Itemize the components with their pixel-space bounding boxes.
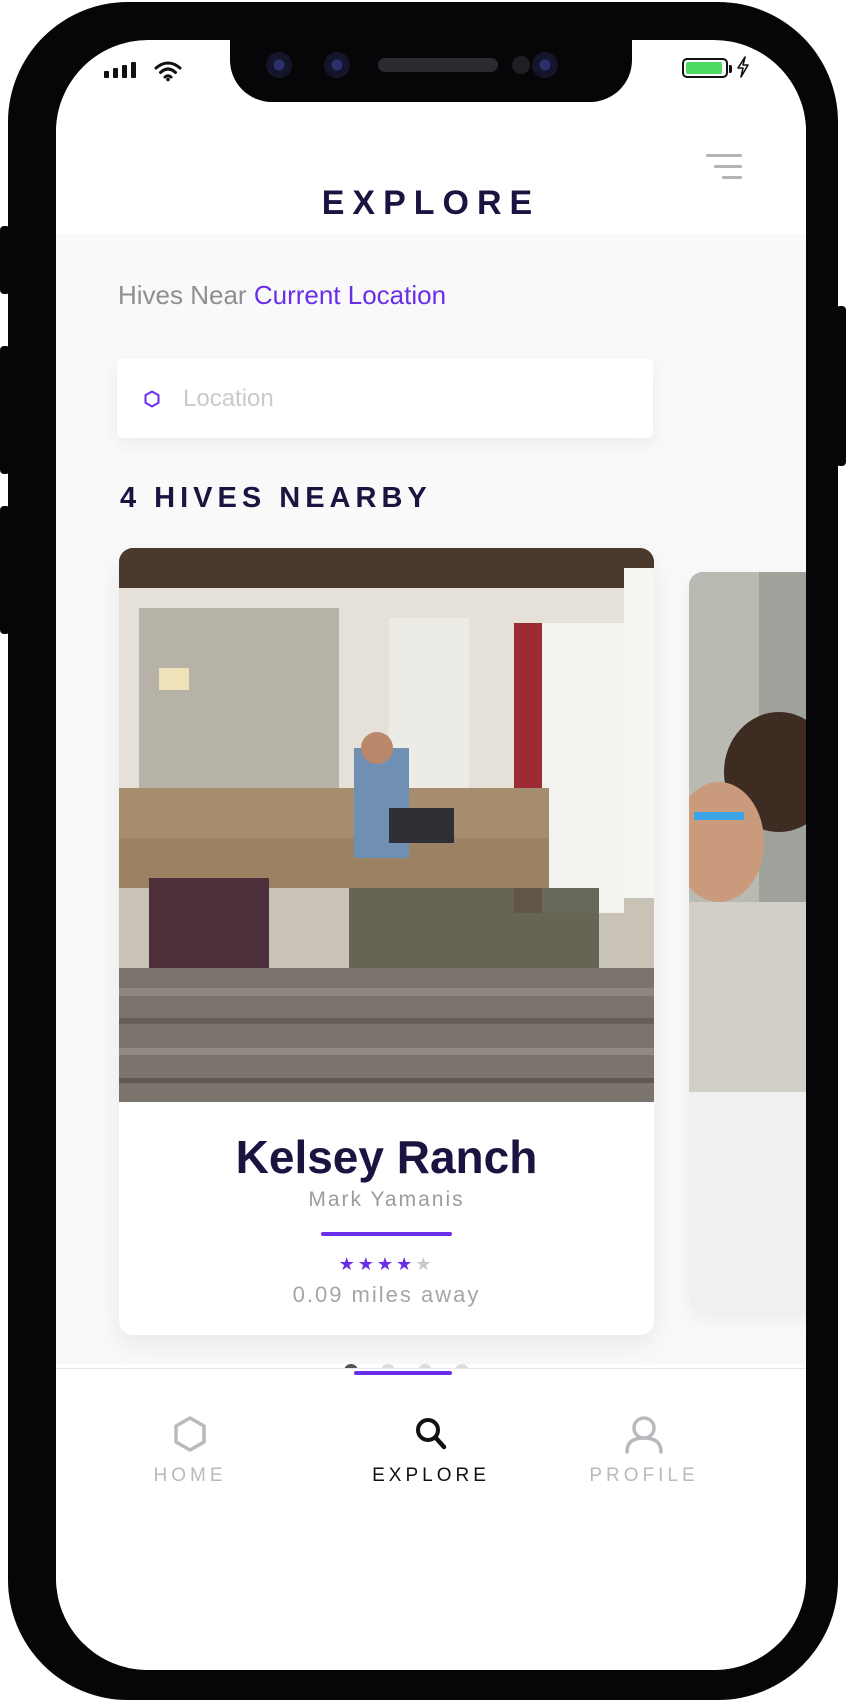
tab-bar: HOME EXPLORE PROFILE — [56, 1368, 806, 1670]
filter-menu-icon[interactable] — [706, 154, 742, 187]
hive-photo — [689, 572, 806, 1092]
camera-icon — [324, 52, 350, 78]
tab-explore-label: EXPLORE — [372, 1465, 490, 1486]
star-empty-icon: ★ — [415, 1254, 435, 1274]
phone-frame: EXPLORE Hives Near Current Location 4 HI… — [8, 2, 838, 1700]
tab-profile[interactable]: PROFILE — [564, 1411, 724, 1487]
camera-icon — [532, 52, 558, 78]
tab-explore[interactable]: EXPLORE — [351, 1411, 511, 1487]
main-content: Hives Near Current Location 4 HIVES NEAR… — [56, 234, 806, 1378]
star-filled-icon: ★ — [376, 1254, 397, 1274]
location-prompt: Hives Near Current Location — [118, 280, 446, 311]
hive-card-next[interactable] — [689, 572, 806, 1313]
star-filled-icon: ★ — [396, 1254, 416, 1274]
user-icon — [625, 1416, 663, 1454]
tab-home-label: HOME — [153, 1465, 227, 1486]
search-icon — [416, 1418, 447, 1450]
sensor-icon — [512, 56, 530, 74]
active-tab-indicator — [354, 1371, 452, 1375]
hive-host: Mark Yamanis — [308, 1188, 465, 1211]
charging-bolt-icon — [737, 56, 749, 78]
hive-distance: 0.09 miles away — [292, 1282, 481, 1307]
volume-up-button — [0, 346, 10, 474]
tab-home[interactable]: HOME — [110, 1411, 270, 1487]
hexagon-icon — [144, 390, 160, 408]
hive-photo — [119, 548, 654, 1102]
page-title: EXPLORE — [321, 184, 541, 222]
location-input[interactable] — [181, 378, 625, 420]
mute-switch — [0, 226, 10, 294]
speaker-grille — [378, 58, 498, 72]
location-prompt-prefix: Hives Near — [118, 280, 247, 310]
star-rating: ★★★★★ — [119, 1254, 654, 1275]
power-button — [836, 306, 846, 466]
camera-icon — [266, 52, 292, 78]
current-location-link[interactable]: Current Location — [254, 280, 446, 310]
location-search-box — [117, 358, 653, 438]
star-filled-icon: ★ — [338, 1254, 358, 1274]
tab-profile-label: PROFILE — [589, 1465, 699, 1486]
volume-down-button — [0, 506, 10, 634]
notch — [230, 40, 632, 102]
star-filled-icon: ★ — [357, 1254, 377, 1274]
hive-card[interactable]: Kelsey Ranch Mark Yamanis ★★★★★ 0.09 mil… — [119, 548, 654, 1335]
battery-icon — [682, 58, 732, 78]
hexagon-icon — [174, 1416, 206, 1452]
hive-title: Kelsey Ranch — [235, 1131, 538, 1183]
screen: EXPLORE Hives Near Current Location 4 HI… — [56, 40, 806, 1670]
signal-icon — [104, 62, 136, 78]
card-divider — [321, 1232, 452, 1236]
results-heading: 4 HIVES NEARBY — [120, 482, 432, 514]
wifi-icon — [154, 61, 182, 82]
